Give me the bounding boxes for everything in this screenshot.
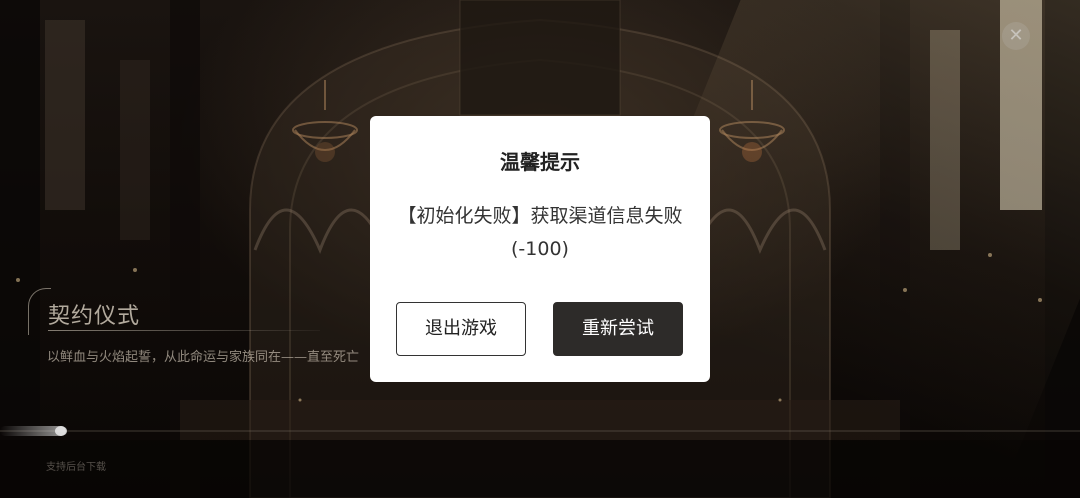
loading-progress-track <box>0 430 1080 432</box>
loading-hint: 支持后台下载 <box>46 462 106 473</box>
ritual-subtitle: 以鲜血与火焰起誓，从此命运与家族同在——直至死亡 <box>47 350 360 365</box>
loading-progress-head <box>55 426 67 436</box>
retry-button[interactable]: 重新尝试 <box>553 302 683 356</box>
exit-game-button[interactable]: 退出游戏 <box>396 302 526 356</box>
alert-dialog: 温馨提示 【初始化失败】获取渠道信息失败(-100) 退出游戏 重新尝试 <box>370 116 710 382</box>
close-icon[interactable]: ✕ <box>1002 22 1030 50</box>
dialog-title: 温馨提示 <box>500 150 580 174</box>
divider <box>48 330 320 331</box>
ritual-title: 契约仪式 <box>48 304 141 329</box>
dialog-message: 【初始化失败】获取渠道信息失败(-100) <box>397 205 683 260</box>
